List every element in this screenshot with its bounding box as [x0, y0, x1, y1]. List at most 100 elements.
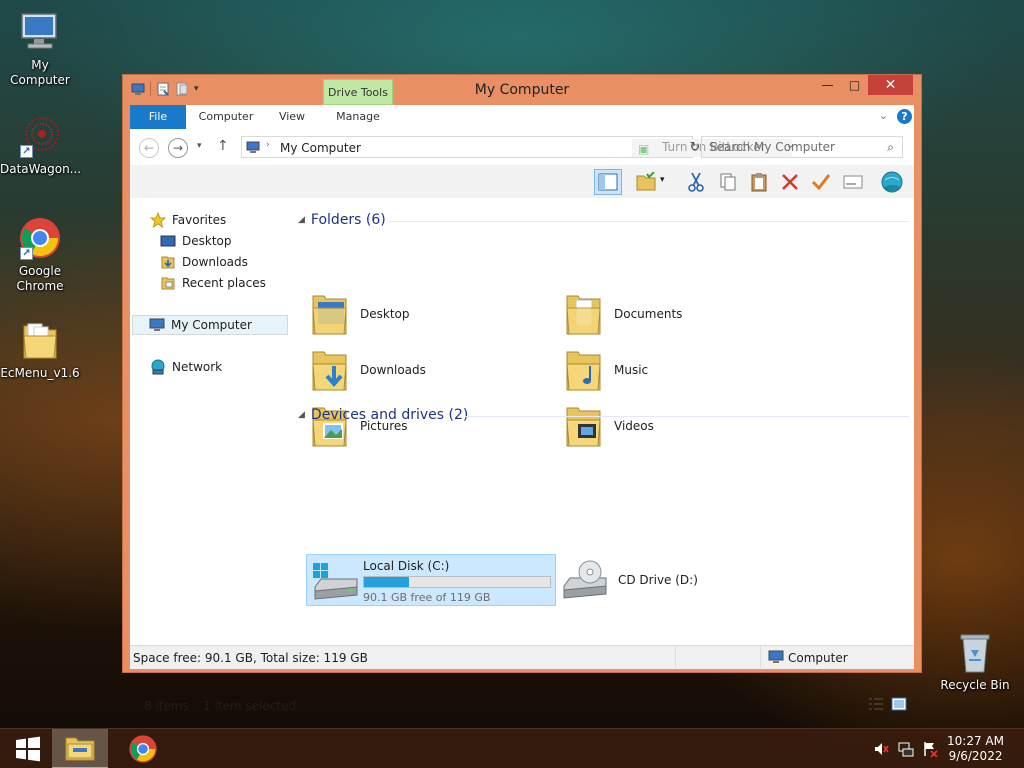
- folders-group-header[interactable]: ◢ Folders (6): [298, 212, 386, 228]
- properties-button[interactable]: [839, 169, 867, 195]
- system-clock[interactable]: 10:27 AM 9/6/2022: [947, 734, 1004, 764]
- nav-network[interactable]: Network: [150, 357, 222, 377]
- details-view-button[interactable]: [868, 697, 884, 714]
- collapse-arrow-icon[interactable]: ◢: [298, 215, 305, 225]
- status-item-count: 8 items: [144, 699, 189, 713]
- folder-music-icon: [564, 346, 604, 394]
- network-icon: [150, 359, 166, 375]
- globe-icon: [881, 171, 903, 193]
- address-row: ← → ▾ ↑ › My Computer Turn on BitLocker …: [130, 129, 914, 165]
- breadcrumb-chevron-icon[interactable]: ›: [266, 140, 270, 150]
- explorer-window: ▾ Drive Tools My Computer — □ ✕ File Com…: [122, 74, 922, 713]
- desktop-icon-my-computer[interactable]: My Computer: [0, 10, 80, 88]
- start-button[interactable]: [0, 729, 56, 768]
- nav-downloads[interactable]: Downloads: [160, 252, 248, 272]
- action-center-icon[interactable]: [922, 741, 938, 758]
- chrome-icon: ↗: [18, 216, 62, 260]
- devices-group-label: Devices and drives (2): [310, 407, 469, 423]
- minimize-button[interactable]: —: [814, 75, 841, 95]
- desktop-icon-label: EcMenu_v1.6: [0, 366, 80, 380]
- folder-videos[interactable]: Videos: [564, 402, 654, 450]
- window-controls: — □ ✕: [814, 75, 913, 95]
- preview-pane-button[interactable]: [594, 169, 622, 195]
- status-divider: [675, 646, 676, 668]
- network-tray-icon[interactable]: [898, 741, 914, 757]
- folder-downloads-label: Downloads: [360, 363, 426, 377]
- title-bar[interactable]: ▾ Drive Tools My Computer — □ ✕: [123, 75, 921, 105]
- folder-documents[interactable]: Documents: [564, 290, 682, 338]
- desktop-icon-recycle-bin[interactable]: Recycle Bin: [935, 630, 1015, 693]
- ribbon-tabs: File Computer View Manage ⌄ ?: [130, 105, 914, 129]
- tab-manage[interactable]: Manage: [323, 105, 393, 129]
- collapse-arrow-icon[interactable]: ◢: [298, 410, 305, 420]
- toolbar-dropdown-icon[interactable]: ▾: [660, 175, 665, 185]
- drive-cd-d[interactable]: CD Drive (D:): [560, 554, 698, 606]
- nav-favorites-label: Favorites: [172, 213, 227, 227]
- rename-button[interactable]: [807, 169, 835, 195]
- back-button[interactable]: ←: [139, 138, 159, 158]
- folder-options-button[interactable]: [632, 169, 660, 195]
- forward-button[interactable]: →: [168, 138, 188, 158]
- folder-desktop-icon: [310, 290, 350, 338]
- desktop-small-icon: [160, 233, 176, 249]
- network-globe-button[interactable]: [878, 169, 906, 195]
- recent-places-icon: [160, 275, 176, 291]
- drive-local-disk-c[interactable]: Local Disk (C:) 90.1 GB free of 119 GB: [306, 554, 556, 606]
- desktop-icon-datawagon[interactable]: ↗ DataWagon...: [0, 114, 82, 177]
- large-icons-view-icon: [891, 697, 907, 711]
- nav-recent-places-label: Recent places: [182, 276, 266, 290]
- details-status-bar: Space free: 90.1 GB, Total size: 119 GB …: [130, 645, 914, 669]
- help-icon[interactable]: ?: [897, 109, 912, 124]
- taskbar: 10:27 AM 9/6/2022: [0, 728, 1024, 768]
- tab-view[interactable]: View: [266, 105, 318, 129]
- maximize-button[interactable]: □: [841, 75, 868, 95]
- nav-favorites[interactable]: Favorites: [149, 210, 227, 230]
- group-divider: [389, 221, 909, 222]
- nav-my-computer[interactable]: My Computer: [132, 315, 288, 335]
- tab-computer[interactable]: Computer: [190, 105, 262, 129]
- taskbar-chrome[interactable]: [115, 729, 171, 768]
- volume-muted-icon[interactable]: [873, 741, 889, 757]
- nav-recent-places[interactable]: Recent places: [160, 273, 266, 293]
- desktop-icon-label: My Computer: [10, 58, 70, 87]
- drive-cd-label: CD Drive (D:): [618, 573, 698, 587]
- breadcrumb-my-computer[interactable]: My Computer: [280, 141, 361, 155]
- group-divider: [465, 416, 909, 417]
- nav-desktop[interactable]: Desktop: [160, 231, 232, 251]
- search-input[interactable]: [702, 137, 877, 157]
- properties-dialog-icon: [843, 175, 863, 189]
- paste-button[interactable]: [745, 169, 773, 195]
- devices-group-header[interactable]: ◢ Devices and drives (2): [298, 407, 468, 423]
- desktop-icon-label: Recycle Bin: [940, 678, 1010, 692]
- taskbar-file-explorer[interactable]: [52, 729, 108, 768]
- copy-button[interactable]: [714, 169, 742, 195]
- folder-check-icon: [636, 172, 656, 191]
- up-arrow-icon[interactable]: ↑: [217, 138, 229, 154]
- close-button[interactable]: ✕: [868, 75, 913, 95]
- recent-locations-icon[interactable]: ▾: [197, 141, 202, 151]
- desktop-icon-chrome[interactable]: ↗ Google Chrome: [0, 216, 80, 294]
- recycle-bin-icon: [953, 630, 997, 674]
- folder-desktop[interactable]: Desktop: [310, 290, 410, 338]
- desktop-icon-label: DataWagon...: [0, 162, 82, 176]
- folder-downloads[interactable]: Downloads: [310, 346, 426, 394]
- folder-documents-label: Documents: [614, 307, 683, 321]
- address-bar[interactable]: › My Computer Turn on BitLocker ▣ ⌄: [241, 136, 794, 158]
- desktop-icon-ecmenu[interactable]: EcMenu_v1.6: [0, 318, 80, 381]
- nav-downloads-label: Downloads: [182, 255, 248, 269]
- tab-file[interactable]: File: [130, 105, 186, 129]
- ribbon-expand-icon[interactable]: ⌄: [879, 109, 888, 122]
- status-location: Computer: [788, 651, 848, 665]
- folders-group-label: Folders (6): [310, 212, 386, 228]
- folder-desktop-label: Desktop: [360, 307, 410, 321]
- large-icons-view-button[interactable]: [891, 697, 907, 714]
- folder-videos-icon: [564, 402, 604, 450]
- cut-button[interactable]: [682, 169, 710, 195]
- drive-c-usage-bar: [363, 576, 551, 588]
- delete-x-icon: [782, 174, 798, 190]
- folder-music[interactable]: Music: [564, 346, 648, 394]
- clock-date: 9/6/2022: [948, 749, 1003, 763]
- folder-downloads-icon: [310, 346, 350, 394]
- delete-button[interactable]: [776, 169, 804, 195]
- search-icon[interactable]: ⌕: [887, 140, 894, 155]
